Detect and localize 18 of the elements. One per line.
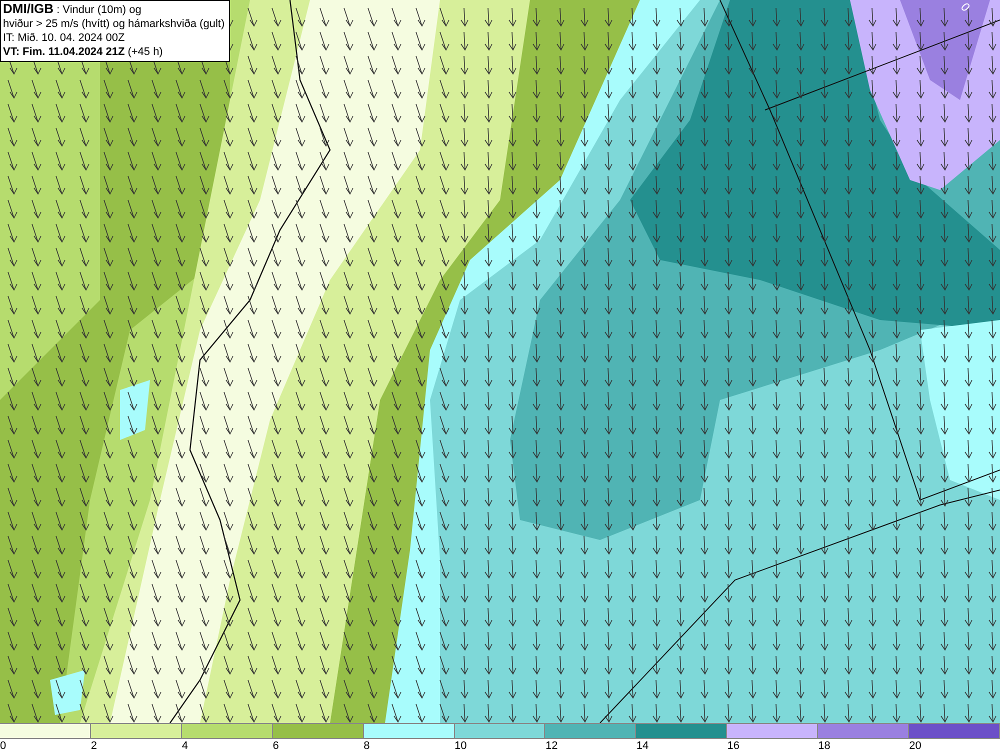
legend-label: 10 [454,739,467,753]
source-label: DMI/IGB [3,1,54,16]
legend-label: 18 [818,739,830,753]
map-title: : Vindur (10m) og [56,4,142,16]
lead-time: (+45 h) [128,46,163,58]
legend-label: 0 [0,739,6,753]
legend-label: 2 [90,739,98,753]
legend-label: 12 [545,739,558,753]
legend-label: 14 [636,739,649,753]
legend-label: 4 [182,739,188,753]
map-subtitle: hviður > 25 m/s (hvítt) og hámarkshviða (gult) [3,18,225,30]
legend-label: 8 [364,739,370,753]
legend-label: 20 [909,739,922,753]
issue-time: IT: Mið. 10. 04. 2024 00Z [3,32,125,44]
legend-label: 16 [727,739,740,753]
legend-label: 6 [272,739,279,753]
contour-label: 0 [958,0,972,15]
valid-time: VT: Fim. 11.04.2024 21Z [3,46,125,58]
